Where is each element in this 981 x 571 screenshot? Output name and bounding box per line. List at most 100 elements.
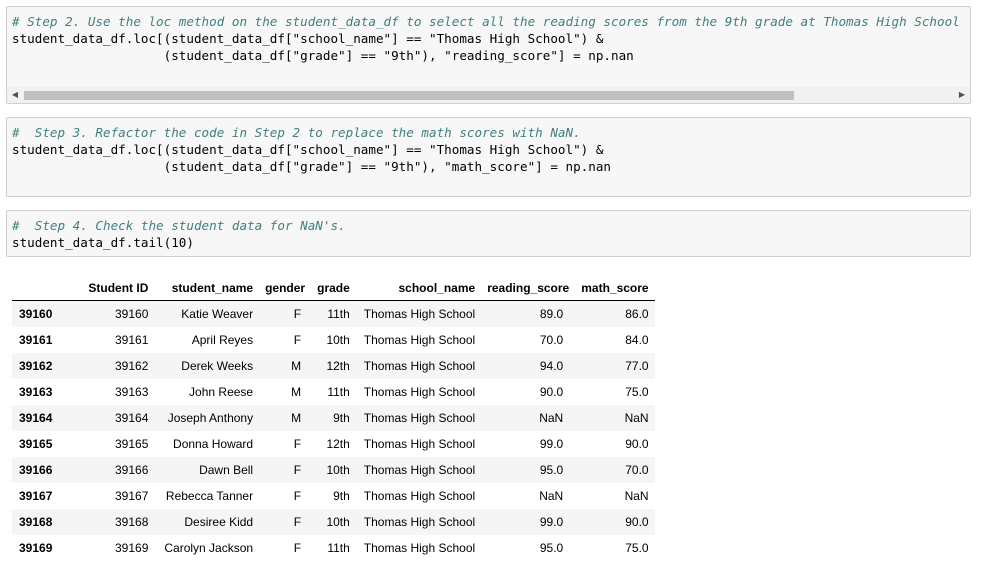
table-cell: 11th [327,385,350,399]
table-cell: Desiree Kidd [184,515,254,529]
scroll-right-icon[interactable]: ▶ [954,87,970,103]
row-index: 39161 [19,333,53,347]
table-cell: Rebecca Tanner [165,489,254,503]
table-row: 39169 39169 Carolyn Jackson F 11th Thomas Hig… [12,535,655,561]
table-cell: 39160 [115,307,149,321]
table-cell: 12th [326,437,350,451]
horizontal-scrollbar[interactable]: ◀ ▶ [7,87,970,103]
table-cell: Thomas High School [363,333,476,347]
table-cell: Thomas High School [363,411,476,425]
code-line: student_data_df.loc[(student_data_df["sc… [12,31,604,46]
code-editor-step3[interactable]: # Step 3. Refactor the code in Step 2 to… [7,118,970,175]
table-cell: 95.0 [539,541,564,555]
scrollbar-thumb[interactable] [24,91,794,100]
table-cell: 90.0 [625,437,649,451]
table-row: 39163 39163 John Reese M 11th Thomas High Sch… [12,379,655,405]
table-cell: John Reese [189,385,254,399]
table-cell: F [293,437,302,451]
row-index: 39164 [19,411,53,425]
table-cell: 12th [326,359,350,373]
table-cell: NaN [624,411,649,425]
table-cell: 90.0 [625,515,649,529]
table-cell: Thomas High School [363,385,476,399]
table-cell: F [293,489,302,503]
table-cell: M [291,385,302,399]
code-cell-step4[interactable]: # Step 4. Check the student data for NaN… [6,210,971,257]
row-index: 39162 [19,359,53,373]
column-header: student_name [154,276,260,301]
table-cell: Dawn Bell [199,463,254,477]
column-header: Student ID [82,276,155,301]
table-cell: 11th [327,541,350,555]
table-cell: Derek Weeks [181,359,254,373]
table-cell: NaN [539,411,564,425]
table-header-row: Student ID student_name gender grade sch… [12,276,655,301]
column-header: school_name [355,276,482,301]
code-editor-step4[interactable]: # Step 4. Check the student data for NaN… [7,211,970,251]
table-cell: F [293,463,302,477]
index-header [12,276,83,301]
column-header: reading_score [481,276,576,301]
table-cell: Katie Weaver [181,307,254,321]
table-cell: 84.0 [625,333,649,347]
table-cell: Thomas High School [363,515,476,529]
table-cell: NaN [624,489,649,503]
row-index: 39166 [19,463,53,477]
table-cell: 77.0 [625,359,649,373]
code-line: (student_data_df["grade"] == "9th"), "ma… [12,159,611,174]
table-cell: Thomas High School [363,359,476,373]
table-row: 39166 39166 Dawn Bell F 10th Thomas High Scho… [12,457,655,483]
table-cell: 95.0 [539,463,564,477]
table-row: 39167 39167 Rebecca Tanner F 9th Thomas High … [12,483,655,509]
table-cell: F [293,541,302,555]
table-cell: M [291,359,302,373]
table-cell: Joseph Anthony [167,411,254,425]
code-line: student_data_df.loc[(student_data_df["sc… [12,142,604,157]
table-cell: 86.0 [625,307,649,321]
table-cell: Thomas High School [363,463,476,477]
table-cell: F [293,333,302,347]
table-cell: 90.0 [539,385,564,399]
table-cell: 39163 [115,385,149,399]
table-cell: F [293,515,302,529]
code-editor-step2[interactable]: # Step 2. Use the loc method on the stud… [7,7,970,64]
table-cell: 39165 [115,437,149,451]
column-header: gender [259,276,312,301]
code-line: student_data_df.tail(10) [12,235,194,250]
table-row: 39162 39162 Derek Weeks M 12th Thomas High Sc… [12,353,655,379]
table-cell: 10th [326,463,350,477]
table-cell: Donna Howard [173,437,254,451]
row-index: 39165 [19,437,53,451]
code-line-comment: # Step 2. Use the loc method on the stud… [12,14,960,29]
table-cell: 39166 [115,463,149,477]
row-index: 39163 [19,385,53,399]
table-cell: 11th [327,307,350,321]
table-cell: 70.0 [539,333,564,347]
table-row: 39164 39164 Joseph Anthony M 9th Thomas High … [12,405,655,431]
code-cell-step2[interactable]: # Step 2. Use the loc method on the stud… [6,6,971,104]
table-cell: 75.0 [625,541,649,555]
table-row: 39161 39161 April Reyes F 10th Thomas High Sc… [12,327,655,353]
code-cell-step3[interactable]: # Step 3. Refactor the code in Step 2 to… [6,117,971,197]
table-cell: 75.0 [625,385,649,399]
table-row: 39168 39168 Desiree Kidd F 10th Thomas High S… [12,509,655,535]
scroll-left-icon[interactable]: ◀ [7,87,23,103]
table-cell: Thomas High School [363,307,476,321]
table-cell: Thomas High School [363,489,476,503]
table-cell: 9th [333,411,350,425]
table-cell: 99.0 [539,515,564,529]
table-cell: 10th [326,333,350,347]
table-cell: 89.0 [539,307,564,321]
table-cell: 70.0 [625,463,649,477]
table-cell: NaN [539,489,564,503]
table-cell: April Reyes [191,333,254,347]
code-line-comment: # Step 4. Check the student data for NaN… [12,218,346,233]
column-header: grade [311,276,356,301]
table-cell: 39164 [115,411,149,425]
table-row: 39165 39165 Donna Howard F 12th Thomas High S… [12,431,655,457]
table-row: 39160 39160 Katie Weaver F 11th Thomas High S… [12,300,655,327]
table-cell: 39161 [115,333,149,347]
table-cell: Thomas High School [363,437,476,451]
table-cell: 99.0 [539,437,564,451]
table-cell: 94.0 [539,359,564,373]
